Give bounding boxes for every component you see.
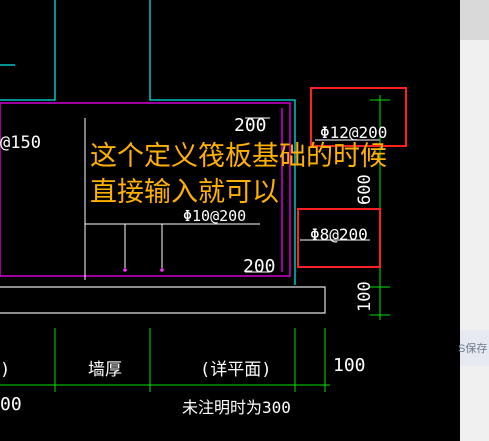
- side-panel: S保存: [458, 0, 489, 441]
- label-see-plan: (详平面): [200, 360, 271, 380]
- rebar-side: Φ8@200: [310, 225, 368, 244]
- label-unnoted: 未注明时为300: [182, 398, 291, 417]
- dim-top-200: 200: [234, 115, 267, 136]
- save-button-label: S保存: [458, 343, 488, 355]
- annotation-line-2: 直接输入就可以: [90, 177, 279, 208]
- rebar-top-left: @150: [0, 133, 41, 153]
- save-button[interactable]: S保存: [458, 330, 489, 366]
- dim-bottom-100: 100: [333, 355, 366, 376]
- annotation-line-1: 这个定义筏板基础的时候: [90, 141, 387, 172]
- cad-drawing-canvas: 200 200 @150 Φ12@200 Φ10@200 Φ8@200 600 …: [0, 0, 407, 417]
- dim-left-partial-00: 00: [0, 394, 22, 415]
- label-wall-thickness: 墙厚: [88, 360, 122, 380]
- dim-vertical-600: 600: [355, 174, 375, 205]
- dim-vertical-100: 100: [355, 281, 375, 312]
- dim-left-partial-paren: ): [0, 360, 10, 380]
- panel-header-strip: [460, 0, 489, 40]
- rebar-dots: [123, 268, 164, 272]
- pad-outline: [0, 286, 326, 314]
- dim-bottom-200: 200: [243, 256, 276, 277]
